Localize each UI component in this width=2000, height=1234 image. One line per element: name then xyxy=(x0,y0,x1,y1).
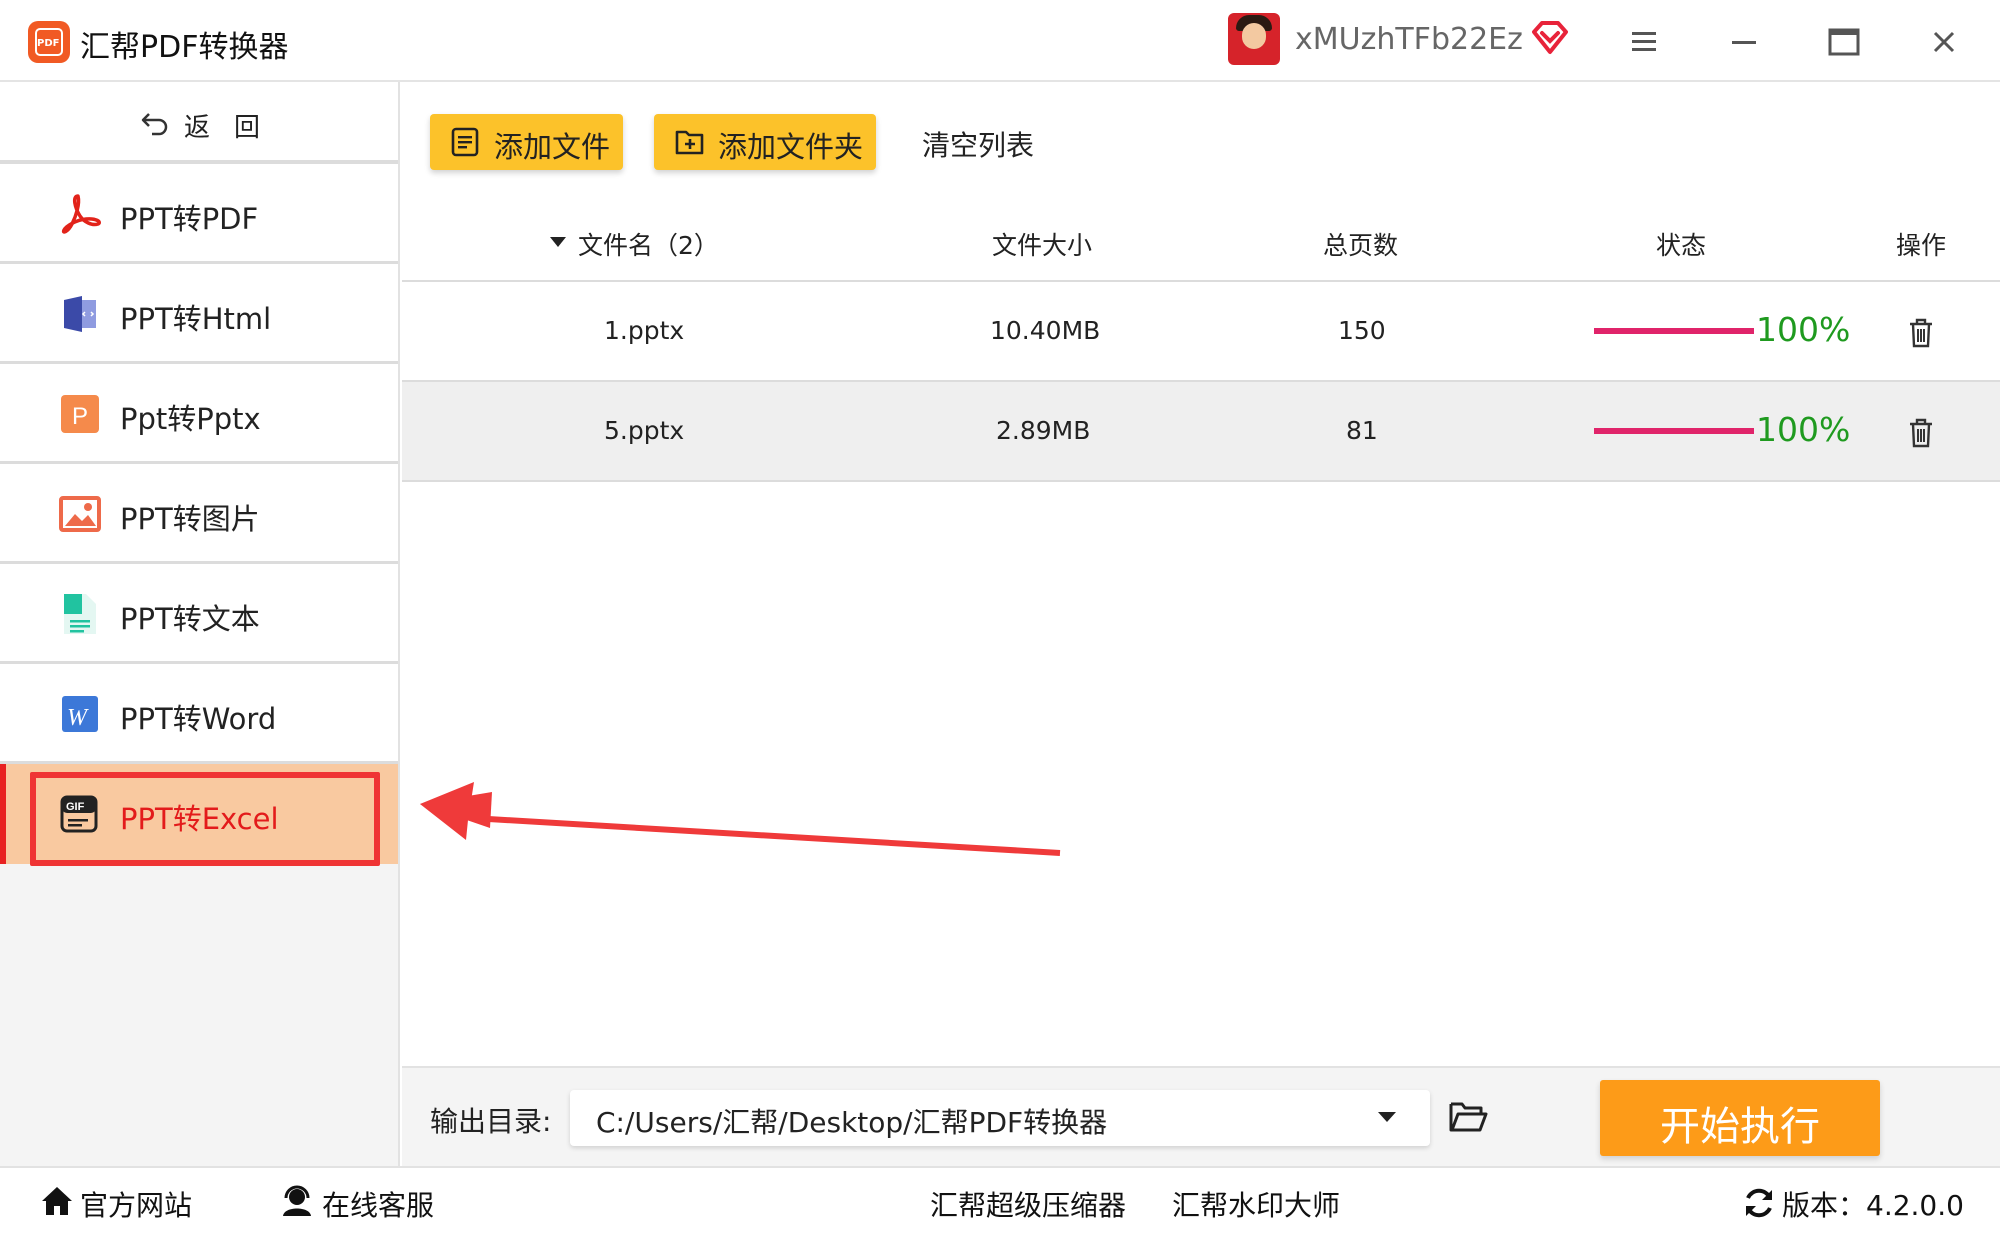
svg-text:P: P xyxy=(72,403,88,430)
app-logo-icon: PDF xyxy=(28,21,70,63)
app-title: 汇帮PDF转换器 xyxy=(80,30,289,65)
status-bar: 官方网站 在线客服 汇帮超级压缩器 汇帮水印大师 版本：4.2.0.0 xyxy=(0,1166,2000,1234)
column-header-actions: 操作 xyxy=(1896,231,1947,260)
add-folder-button[interactable]: 添加文件夹 xyxy=(654,114,876,170)
home-icon[interactable] xyxy=(40,1184,74,1218)
sidebar-item-ppt-to-pdf[interactable]: PPT转PDF xyxy=(0,164,398,264)
close-icon[interactable] xyxy=(1924,22,1964,62)
sidebar-item-label: PPT转图片 xyxy=(120,502,260,536)
table-row[interactable]: 5.pptx 2.89MB 81 100% xyxy=(402,382,2000,482)
sidebar-item-ppt-to-text[interactable]: PPT转文本 xyxy=(0,564,398,664)
official-website-link[interactable]: 官方网站 xyxy=(80,1184,192,1224)
page-count: 81 xyxy=(1346,416,1378,445)
output-directory-path: C:/Users/汇帮/Desktop/汇帮PDF转换器 xyxy=(596,1106,1108,1139)
progress-bar xyxy=(1594,328,1754,334)
text-file-icon xyxy=(64,594,96,634)
output-bar: 输出目录: C:/Users/汇帮/Desktop/汇帮PDF转换器 开始执行 xyxy=(402,1066,2000,1166)
sidebar-item-label: PPT转PDF xyxy=(120,202,259,236)
column-header-status: 状态 xyxy=(1656,231,1707,260)
sidebar-item-ppt-to-image[interactable]: PPT转图片 xyxy=(0,464,398,564)
vip-diamond-icon[interactable] xyxy=(1530,18,1570,58)
sidebar-item-ppt-to-pptx[interactable]: P Ppt转Pptx xyxy=(0,364,398,464)
start-button[interactable]: 开始执行 xyxy=(1600,1080,1880,1156)
minimize-icon[interactable] xyxy=(1724,22,1764,62)
add-file-label: 添加文件 xyxy=(494,130,611,164)
column-header-filename[interactable]: 文件名（2） xyxy=(578,226,719,262)
file-size: 10.40MB xyxy=(990,316,1101,345)
version-label: 版本：4.2.0.0 xyxy=(1782,1189,1964,1222)
pptx-icon: P xyxy=(61,395,99,433)
add-folder-label: 添加文件夹 xyxy=(718,130,864,164)
progress-bar xyxy=(1594,428,1754,434)
annotation-arrow-icon xyxy=(420,782,1061,856)
maximize-icon[interactable] xyxy=(1824,22,1864,62)
trash-icon[interactable] xyxy=(1906,316,1936,350)
refresh-icon[interactable] xyxy=(1742,1186,1776,1220)
highlight-box xyxy=(30,772,380,866)
sidebar-item-label: Ppt转Pptx xyxy=(120,402,261,436)
file-name: 5.pptx xyxy=(604,416,685,445)
sort-down-icon[interactable] xyxy=(548,234,568,250)
file-size: 2.89MB xyxy=(996,416,1091,445)
username[interactable]: xMUzhTFb22Ez xyxy=(1295,22,1523,57)
clear-list-button[interactable]: 清空列表 xyxy=(922,124,1034,164)
user-avatar[interactable] xyxy=(1228,13,1280,65)
sidebar-item-ppt-to-word[interactable]: W PPT转Word xyxy=(0,664,398,764)
back-button[interactable]: 返回 xyxy=(0,82,398,164)
trash-icon[interactable] xyxy=(1906,416,1936,450)
svg-text:W: W xyxy=(67,705,89,731)
progress-text: 100% xyxy=(1756,310,1851,349)
file-name: 1.pptx xyxy=(604,316,685,345)
output-directory-label: 输出目录: xyxy=(430,1105,552,1138)
app-logo-text: PDF xyxy=(37,38,60,49)
sidebar-item-label: PPT转文本 xyxy=(120,602,260,636)
menu-icon[interactable] xyxy=(1624,22,1664,62)
add-file-button[interactable]: 添加文件 xyxy=(430,114,623,170)
file-list-icon xyxy=(451,127,479,157)
back-label: 返回 xyxy=(184,113,285,143)
back-arrow-icon xyxy=(141,113,168,136)
page-count: 150 xyxy=(1338,316,1386,345)
add-folder-icon xyxy=(675,130,704,155)
sidebar-item-ppt-to-html[interactable]: PPT转Html xyxy=(0,264,398,364)
sidebar: 返回 PPT转PDF PPT转Html P Ppt转Pptx PPT转图片 PP… xyxy=(0,82,400,1166)
compressor-link[interactable]: 汇帮超级压缩器 xyxy=(930,1184,1126,1224)
sidebar-item-label: PPT转Html xyxy=(120,302,272,336)
column-header-pages: 总页数 xyxy=(1323,231,1399,260)
progress-text: 100% xyxy=(1756,410,1851,449)
folder-open-icon[interactable] xyxy=(1448,1098,1488,1134)
sidebar-item-label: PPT转Word xyxy=(120,702,277,736)
watermark-link[interactable]: 汇帮水印大师 xyxy=(1172,1184,1340,1224)
table-row[interactable]: 1.pptx 10.40MB 150 100% xyxy=(402,282,2000,382)
title-bar: PDF 汇帮PDF转换器 xMUzhTFb22Ez xyxy=(0,0,2000,82)
html-icon xyxy=(64,296,96,332)
word-icon: W xyxy=(62,696,98,732)
image-icon xyxy=(59,496,101,532)
chevron-down-icon[interactable] xyxy=(1376,1110,1398,1124)
start-button-label: 开始执行 xyxy=(1660,1104,1820,1150)
output-directory-select[interactable]: C:/Users/汇帮/Desktop/汇帮PDF转换器 xyxy=(570,1090,1430,1146)
online-service-link[interactable]: 在线客服 xyxy=(322,1184,434,1224)
pdf-icon xyxy=(61,194,101,234)
column-header-filesize: 文件大小 xyxy=(992,231,1093,260)
customer-service-icon[interactable] xyxy=(280,1184,314,1218)
